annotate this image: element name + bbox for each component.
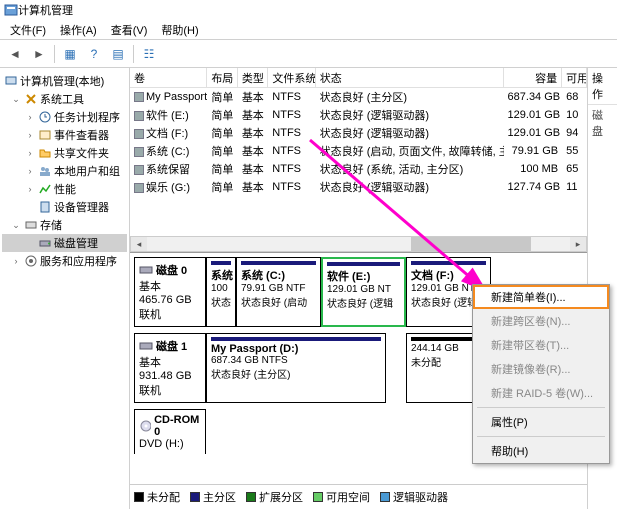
tree-performance[interactable]: ›性能	[2, 180, 127, 198]
disk-0-label[interactable]: 磁盘 0 基本465.76 GB联机	[134, 257, 206, 327]
disk-icon	[139, 339, 153, 353]
partition[interactable]: My Passport (D:)687.34 GB NTFS状态良好 (主分区)	[206, 333, 386, 403]
folder-icon	[38, 146, 52, 160]
legend: 未分配 主分区 扩展分区 可用空间 逻辑驱动器	[130, 484, 587, 509]
legend-free: 可用空间	[313, 489, 370, 505]
ctx-new-striped-volume: 新建带区卷(T)...	[473, 333, 609, 357]
col-filesystem[interactable]: 文件系统	[268, 68, 315, 88]
legend-unallocated: 未分配	[134, 489, 180, 505]
expand-icon[interactable]: ›	[24, 166, 36, 176]
cdrom-icon	[139, 419, 151, 433]
actions-header: 操作	[588, 68, 617, 105]
ctx-new-simple-volume[interactable]: 新建简单卷(I)...	[473, 285, 609, 309]
properties-button[interactable]: ▤	[107, 43, 129, 65]
expand-icon[interactable]: ›	[24, 184, 36, 194]
legend-primary: 主分区	[190, 489, 236, 505]
ctx-properties[interactable]: 属性(P)	[473, 410, 609, 434]
col-capacity[interactable]: 容量	[504, 68, 563, 88]
back-button[interactable]: ◄	[4, 43, 26, 65]
view-button[interactable]: ☷	[138, 43, 160, 65]
tree-event-viewer[interactable]: ›事件查看器	[2, 126, 127, 144]
tree-local-users[interactable]: ›本地用户和组	[2, 162, 127, 180]
volume-row[interactable]: 文档 (F:)简单基本NTFS状态良好 (逻辑驱动器)129.01 GB94	[130, 124, 587, 142]
partition[interactable]: 系统100状态	[206, 257, 236, 327]
scroll-thumb[interactable]	[411, 237, 531, 251]
expand-icon[interactable]: ›	[24, 112, 36, 122]
ctx-new-spanned-volume: 新建跨区卷(N)...	[473, 309, 609, 333]
perf-icon	[38, 182, 52, 196]
event-icon	[38, 128, 52, 142]
clock-icon	[38, 110, 52, 124]
disk-icon	[38, 236, 52, 250]
collapse-icon[interactable]: ⌄	[10, 94, 22, 105]
computer-icon	[4, 74, 18, 88]
forward-button[interactable]: ►	[28, 43, 50, 65]
tree-root[interactable]: 计算机管理(本地)	[2, 72, 127, 90]
legend-extended: 扩展分区	[246, 489, 303, 505]
tools-icon	[24, 92, 38, 106]
show-hide-tree-button[interactable]: ▦	[59, 43, 81, 65]
volume-row[interactable]: 软件 (E:)简单基本NTFS状态良好 (逻辑驱动器)129.01 GB10	[130, 106, 587, 124]
menu-file[interactable]: 文件(F)	[4, 20, 52, 40]
tree-systools[interactable]: ⌄系统工具	[2, 90, 127, 108]
tree-task-scheduler[interactable]: ›任务计划程序	[2, 108, 127, 126]
tree-device-manager[interactable]: 设备管理器	[2, 198, 127, 216]
cdrom-label[interactable]: CD-ROM 0 DVD (H:)	[134, 409, 206, 454]
legend-logical: 逻辑驱动器	[380, 489, 448, 505]
services-icon	[24, 254, 38, 268]
disk-1-label[interactable]: 磁盘 1 基本931.48 GB联机	[134, 333, 206, 403]
volume-row[interactable]: 系统保留简单基本NTFS状态良好 (系统, 活动, 主分区)100 MB65	[130, 160, 587, 178]
volume-row[interactable]: 系统 (C:)简单基本NTFS状态良好 (启动, 页面文件, 故障转储, 主分区…	[130, 142, 587, 160]
menu-help[interactable]: 帮助(H)	[155, 20, 204, 40]
volume-list: 卷 布局 类型 文件系统 状态 容量 可用 My Passport (D:)简单…	[130, 68, 587, 196]
expand-icon[interactable]: ›	[24, 148, 36, 158]
window-title: 计算机管理	[18, 2, 73, 18]
tree-disk-management[interactable]: 磁盘管理	[2, 234, 127, 252]
volume-header: 卷 布局 类型 文件系统 状态 容量 可用	[130, 68, 587, 88]
nav-tree: 计算机管理(本地) ⌄系统工具 ›任务计划程序 ›事件查看器 ›共享文件夹 ›本…	[0, 68, 130, 509]
col-volume[interactable]: 卷	[130, 68, 207, 88]
menu-view[interactable]: 查看(V)	[105, 20, 154, 40]
col-free[interactable]: 可用	[562, 68, 587, 88]
expand-icon[interactable]: ›	[24, 130, 36, 140]
volume-row[interactable]: 娱乐 (G:)简单基本NTFS状态良好 (逻辑驱动器)127.74 GB11	[130, 178, 587, 196]
volume-row[interactable]: My Passport (D:)简单基本NTFS状态良好 (主分区)687.34…	[130, 88, 587, 106]
collapse-icon[interactable]: ⌄	[10, 220, 22, 231]
tree-storage[interactable]: ⌄存储	[2, 216, 127, 234]
users-icon	[38, 164, 52, 178]
menu-action[interactable]: 操作(A)	[54, 20, 103, 40]
scroll-right-arrow[interactable]: ▸	[570, 237, 586, 251]
tree-shared-folders[interactable]: ›共享文件夹	[2, 144, 127, 162]
actions-item[interactable]: 磁盘	[588, 105, 617, 141]
partition[interactable]: 软件 (E:)129.01 GB NT状态良好 (逻辑	[321, 257, 406, 327]
ctx-help[interactable]: 帮助(H)	[473, 439, 609, 463]
col-status[interactable]: 状态	[316, 68, 504, 88]
col-type[interactable]: 类型	[238, 68, 269, 88]
title-bar: 计算机管理	[0, 0, 617, 20]
menu-bar: 文件(F) 操作(A) 查看(V) 帮助(H)	[0, 20, 617, 40]
horizontal-scrollbar[interactable]: ◂ ▸	[130, 236, 587, 252]
ctx-new-mirrored-volume: 新建镜像卷(R)...	[473, 357, 609, 381]
tree-services-apps[interactable]: ›服务和应用程序	[2, 252, 127, 270]
storage-icon	[24, 218, 38, 232]
disk-icon	[139, 263, 153, 277]
app-icon	[4, 3, 18, 17]
expand-icon[interactable]: ›	[10, 256, 22, 266]
help-button[interactable]: ?	[83, 43, 105, 65]
toolbar: ◄ ► ▦ ? ▤ ☷	[0, 40, 617, 68]
context-menu: 新建简单卷(I)... 新建跨区卷(N)... 新建带区卷(T)... 新建镜像…	[472, 284, 610, 464]
device-icon	[38, 200, 52, 214]
partition[interactable]: 系统 (C:)79.91 GB NTF状态良好 (启动	[236, 257, 321, 327]
ctx-new-raid5-volume: 新建 RAID-5 卷(W)...	[473, 381, 609, 405]
scroll-left-arrow[interactable]: ◂	[131, 237, 147, 251]
col-layout[interactable]: 布局	[207, 68, 238, 88]
